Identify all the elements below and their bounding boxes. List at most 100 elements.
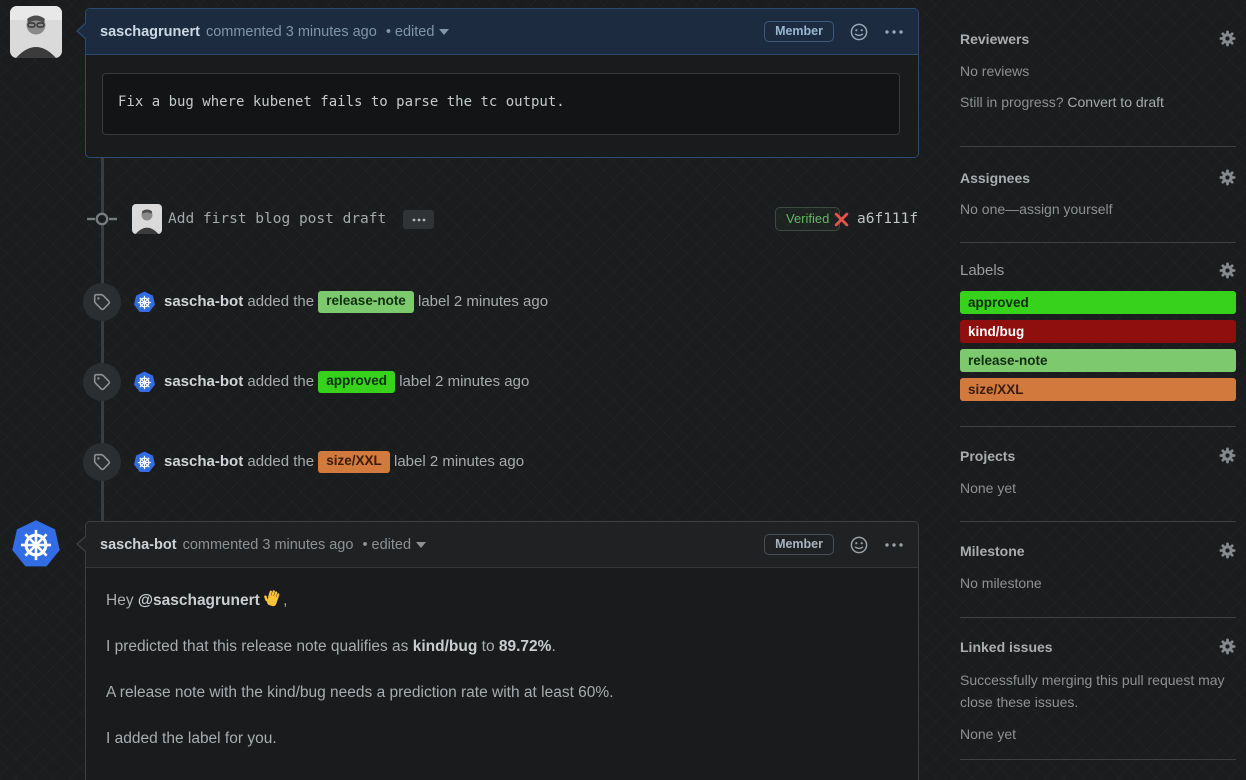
commit-expander-button[interactable] [403,210,434,229]
avatar-sascha-bot-large[interactable] [10,519,62,571]
user-photo-icon [132,204,162,234]
avatar-sascha-bot[interactable] [133,371,156,394]
assignees-gear-button[interactable] [1219,169,1236,186]
sidebar-section-linked-issues: Linked issues Successfully mergin [960,619,1236,760]
separator-dot: • [386,24,391,40]
wave-icon [264,590,283,609]
event-text: sascha-bot added the release-note label … [164,283,548,321]
caret-down-icon [416,542,426,548]
event-label-badge[interactable]: size/XXL [318,451,390,473]
event-actor-link[interactable]: sascha-bot [164,453,243,470]
projects-empty-text: None yet [960,480,1236,496]
kubernetes-icon [10,519,62,571]
event-action: added the [247,453,314,470]
linked-issues-description: Successfully merging this pull request m… [960,669,1236,713]
avatar-sascha-bot[interactable] [133,291,156,314]
no-assignees-row: No one—assign yourself [960,201,1236,217]
release-note-code-block: Fix a bug where kubenet fails to parse t… [102,73,900,135]
sidebar-section-milestone: Milestone No milestone [960,523,1236,618]
gear-icon [1219,30,1236,47]
label-event-row: sascha-bot added the approved label 2 mi… [83,363,923,401]
tag-icon [93,373,111,391]
gear-icon [1219,447,1236,464]
label-event-row: sascha-bot added the size/XXL label 2 mi… [83,443,923,481]
greeting-line: Hey @saschagrunert , [106,590,898,611]
emoji-reaction-button[interactable] [850,23,868,41]
gear-icon [1219,542,1236,559]
kebab-icon [884,542,904,548]
assignees-title: Assignees [960,170,1030,186]
sidebar-section-labels: Labels approved [960,244,1236,427]
caret-down-icon [439,29,449,35]
comment-timestamp: commented 3 minutes ago [183,537,354,553]
kubernetes-icon [133,291,156,314]
smiley-icon [850,536,868,554]
event-suffix: label 2 minutes ago [394,453,524,470]
labels-gear-button[interactable] [1219,262,1236,279]
comment-caret [76,22,86,40]
event-actor-link[interactable]: sascha-bot [164,293,243,310]
linked-issues-gear-button[interactable] [1219,638,1236,655]
commit-row: Add first blog post draft Verified a6f11… [85,203,920,235]
threshold-line: A release note with the kind/bug needs a… [106,683,898,703]
emoji-reaction-button[interactable] [850,536,868,554]
edited-dropdown[interactable]: edited [395,24,450,40]
linked-issues-title: Linked issues [960,639,1053,655]
comment-header: saschagrunert commented 3 minutes ago • … [86,9,918,55]
comment-sascha-bot: sascha-bot commented 3 minutes ago • edi… [85,521,919,780]
comment-author-link[interactable]: sascha-bot [100,537,177,553]
label-approved[interactable]: approved [960,291,1236,314]
label-size-xxl[interactable]: size/XXL [960,378,1236,401]
separator-dot: • [362,537,367,553]
event-label-badge[interactable]: approved [318,371,395,393]
event-actor-link[interactable]: sascha-bot [164,373,243,390]
comment-options-button[interactable] [884,542,904,548]
no-reviews-text: No reviews [960,63,1236,79]
edited-label: edited [395,24,435,40]
comment-caret [76,535,86,553]
reviewers-title: Reviewers [960,31,1029,47]
event-suffix: label 2 minutes ago [418,293,548,310]
comment-author-link[interactable]: saschagrunert [100,24,200,40]
gear-icon [1219,169,1236,186]
avatar-saschagrunert[interactable] [10,6,62,58]
projects-gear-button[interactable] [1219,447,1236,464]
reviewers-gear-button[interactable] [1219,30,1236,47]
comment-timestamp: commented 3 minutes ago [206,24,377,40]
kubernetes-icon [133,371,156,394]
prediction-rate: 89.72% [499,638,552,655]
mention-link[interactable]: @saschagrunert [138,592,260,609]
tag-icon [93,453,111,471]
event-action: added the [247,293,314,310]
event-label-badge[interactable]: release-note [318,291,414,313]
commit-author-avatar[interactable] [132,204,162,234]
convert-to-draft-link[interactable]: Convert to draft [1067,94,1164,110]
commit-sha-link[interactable]: a6f111f [857,203,918,235]
kubernetes-icon [133,451,156,474]
edited-label: edited [372,537,412,553]
comment-body: Hey @saschagrunert , I predicted that th… [86,568,918,780]
comment-options-button[interactable] [884,29,904,35]
tag-icon-circle [83,283,121,321]
linked-issues-empty-text: None yet [960,726,1236,742]
comment-header: sascha-bot commented 3 minutes ago • edi… [86,522,918,568]
commit-icon [87,210,117,228]
avatar-sascha-bot[interactable] [133,451,156,474]
member-badge: Member [764,21,834,43]
commit-message-link[interactable]: Add first blog post draft [168,203,386,235]
labels-title: Labels [960,262,1004,279]
assign-yourself-link[interactable]: assign yourself [1019,201,1112,217]
milestone-gear-button[interactable] [1219,542,1236,559]
kebab-icon [884,29,904,35]
tag-icon-circle [83,443,121,481]
projects-title: Projects [960,448,1015,464]
convert-draft-row: Still in progress? Convert to draft [960,94,1236,110]
comment-saschagrunert: saschagrunert commented 3 minutes ago • … [85,8,919,158]
event-text: sascha-bot added the approved label 2 mi… [164,363,529,401]
verified-badge[interactable]: Verified [775,207,840,231]
label-kind-bug[interactable]: kind/bug [960,320,1236,343]
edited-dropdown[interactable]: edited [372,537,427,553]
label-release-note[interactable]: release-note [960,349,1236,372]
x-icon[interactable] [834,212,849,227]
milestone-title: Milestone [960,543,1025,559]
